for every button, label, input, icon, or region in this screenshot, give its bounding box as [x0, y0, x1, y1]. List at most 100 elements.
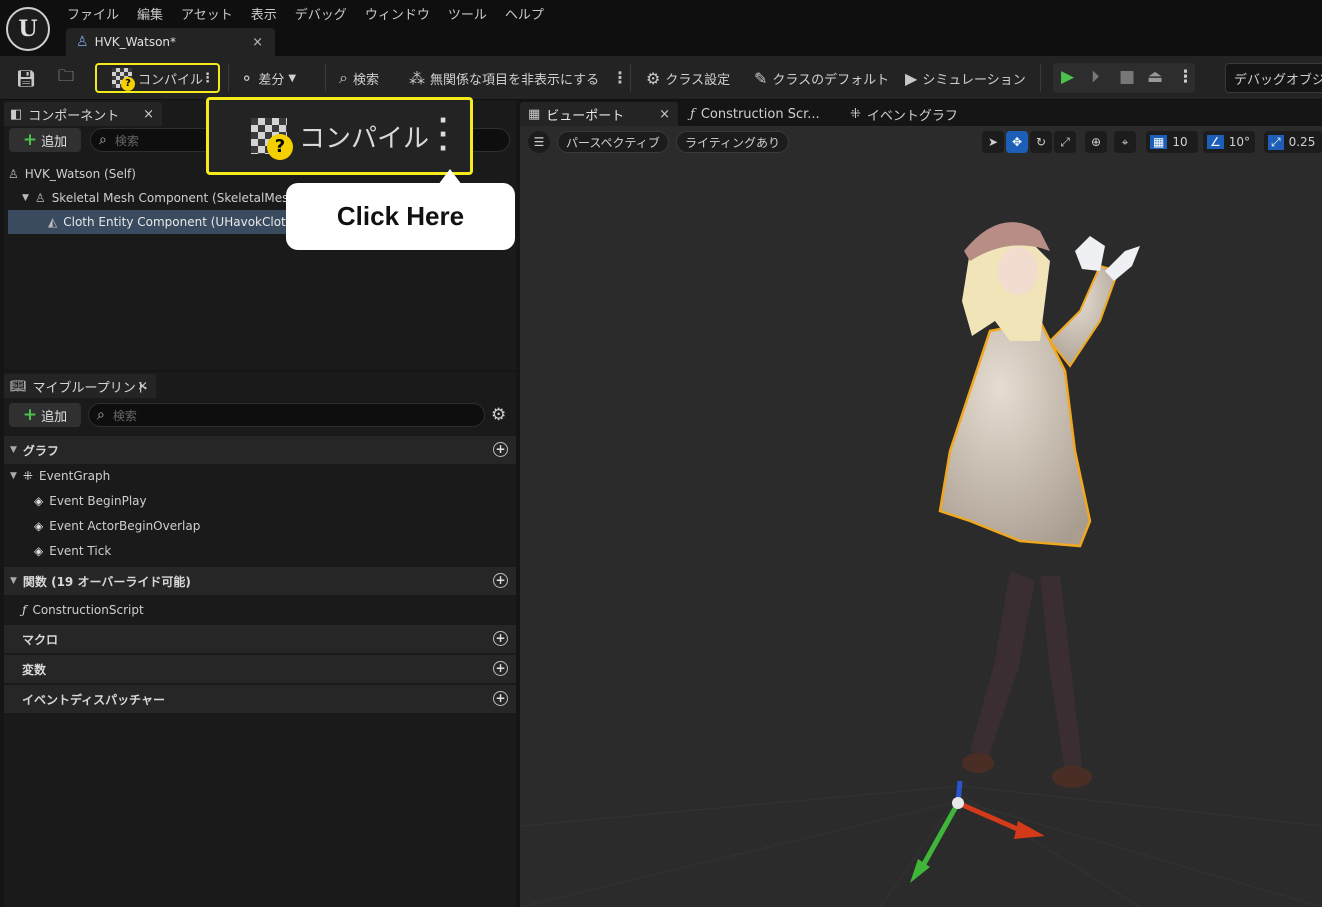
- graph-icon: ⁜: [850, 106, 861, 122]
- tab-label: イベントグラフ: [866, 108, 958, 124]
- simulation-button[interactable]: ▶ シミュレーション: [905, 64, 1026, 92]
- pencil-icon: ✎: [754, 68, 768, 88]
- function-item-label: ConstructionScript: [32, 603, 144, 617]
- category-functions[interactable]: ▼ 関数 (19 オーバーライド可能) +: [4, 567, 516, 595]
- components-tab[interactable]: ◧ コンポーネント ×: [4, 102, 162, 126]
- tab-construction-script[interactable]: ƒ Construction Scr...: [682, 102, 842, 126]
- click-here-label: Click Here: [336, 201, 465, 231]
- tab-label: Construction Scr...: [700, 106, 820, 122]
- class-settings-button[interactable]: ⚙ クラス設定: [646, 64, 730, 92]
- chevron-down-icon: ▼: [10, 445, 17, 455]
- gear-icon[interactable]: ⚙: [491, 405, 506, 425]
- diff-label: 差分: [258, 72, 285, 88]
- add-macro-icon[interactable]: +: [493, 631, 508, 646]
- menu-edit[interactable]: 編集: [128, 2, 172, 25]
- category-label: マクロ: [22, 632, 59, 647]
- more-options-icon[interactable]: ⋮: [612, 68, 628, 87]
- my-blueprint-search-input[interactable]: ⌕ 検索: [88, 403, 485, 427]
- add-variable-icon[interactable]: +: [493, 661, 508, 676]
- hide-unrelated-button[interactable]: ⁂ 無関係な項目を非表示にする: [409, 64, 599, 92]
- hide-unrelated-icon: ⁂: [409, 68, 425, 88]
- chevron-down-icon: ▼: [10, 471, 17, 481]
- event-diamond-icon: ◈: [34, 519, 44, 533]
- separator: [630, 64, 631, 92]
- save-button[interactable]: 💾︎: [16, 64, 41, 92]
- class-settings-label: クラス設定: [665, 72, 731, 88]
- event-item[interactable]: ◈ Event BeginPlay: [34, 489, 147, 513]
- find-button[interactable]: ⌕ 検索: [339, 64, 379, 92]
- components-icon: ◧: [10, 106, 23, 122]
- menu-help[interactable]: ヘルプ: [496, 2, 553, 25]
- category-event-dispatchers[interactable]: イベントディスパッチャー +: [4, 685, 516, 713]
- event-diamond-icon: ◈: [34, 544, 44, 558]
- event-item[interactable]: ◈ Event Tick: [34, 539, 111, 563]
- components-tab-label: コンポーネント: [28, 108, 120, 124]
- add-graph-icon[interactable]: +: [493, 442, 508, 457]
- person-icon: ♙: [8, 167, 19, 181]
- add-function-icon[interactable]: +: [493, 573, 508, 588]
- close-icon[interactable]: ×: [659, 107, 670, 122]
- compile-button[interactable]: ? コンパイル ⋮: [95, 63, 220, 93]
- debug-object-dropdown[interactable]: デバッグオブジェ: [1225, 63, 1322, 93]
- browse-button[interactable]: 🗀︎: [58, 64, 79, 92]
- category-label: 関数 (19 オーバーライド可能): [22, 574, 191, 589]
- viewport[interactable]: ☰ パースペクティブ ライティングあり ➤ ✥ ↻ ⤢ ⊕ ⌖ ▦ 10 ∠ 1…: [520, 126, 1322, 907]
- menu-tools[interactable]: ツール: [439, 2, 496, 25]
- compile-options-icon[interactable]: ⋮: [201, 71, 214, 86]
- event-item[interactable]: ◈ Event ActorBeginOverlap: [34, 514, 200, 538]
- separator: [228, 64, 229, 92]
- unreal-engine-logo[interactable]: U: [6, 7, 50, 51]
- skeletal-mesh-icon: ♙: [34, 191, 46, 205]
- stop-icon[interactable]: ■: [1119, 67, 1135, 87]
- function-item-construction-script[interactable]: ƒ ConstructionScript: [22, 598, 144, 622]
- menu-debug[interactable]: デバッグ: [286, 2, 356, 25]
- save-icon: 💾︎: [16, 68, 37, 88]
- category-label: グラフ: [22, 443, 59, 458]
- my-blueprint-tab[interactable]: 📖︎ マイブループリント ×: [4, 374, 156, 398]
- close-icon[interactable]: ×: [252, 35, 263, 50]
- components-search-placeholder: 検索: [114, 133, 139, 148]
- category-label: イベントディスパッチャー: [22, 692, 166, 707]
- separator: [325, 64, 326, 92]
- graph-item-label: EventGraph: [38, 469, 111, 483]
- tab-label: ビューポート: [546, 108, 625, 124]
- eject-icon[interactable]: ⏏: [1147, 67, 1163, 87]
- menu-bar: U ファイル 編集 アセット 表示 デバッグ ウィンドウ ツール ヘルプ ♙ H…: [0, 0, 1322, 56]
- document-tab-label: HVK_Watson*: [94, 35, 177, 49]
- category-graphs[interactable]: ▼ グラフ +: [4, 436, 516, 464]
- tree-item-label: Cloth Entity Component (UHavokCloth: [63, 215, 294, 229]
- play-controls: ▶ ⏵ ■ ⏏ ⋮: [1053, 63, 1195, 93]
- blueprint-icon: ♙: [76, 34, 89, 50]
- play-icon[interactable]: ▶: [1061, 67, 1074, 87]
- menu-file[interactable]: ファイル: [58, 2, 128, 25]
- tab-viewport[interactable]: ▦ ビューポート ×: [520, 102, 678, 126]
- browse-icon: 🗀︎: [58, 65, 75, 85]
- more-options-icon: · · ·: [438, 106, 448, 164]
- document-tab[interactable]: ♙ HVK_Watson* ×: [66, 28, 275, 56]
- function-icon: ƒ: [22, 603, 27, 617]
- play-options-icon[interactable]: ⋮: [1177, 67, 1194, 87]
- event-item-label: Event ActorBeginOverlap: [49, 519, 201, 533]
- chevron-down-icon: ▼: [10, 576, 17, 586]
- category-macros[interactable]: マクロ +: [4, 625, 516, 653]
- step-icon[interactable]: ⏵: [1091, 67, 1100, 87]
- search-icon: ⌕: [97, 407, 105, 423]
- add-component-button[interactable]: + 追加: [9, 128, 81, 152]
- tree-item-label: Skeletal Mesh Component (SkeletalMes: [51, 191, 289, 205]
- editor-tabs: ▦ ビューポート × ƒ Construction Scr... ⁜ イベントグ…: [520, 100, 1322, 126]
- plus-icon: +: [22, 405, 38, 425]
- close-icon[interactable]: ×: [143, 107, 154, 122]
- class-defaults-button[interactable]: ✎ クラスのデフォルト: [754, 64, 889, 92]
- close-icon[interactable]: ×: [137, 379, 148, 394]
- category-variables[interactable]: 変数 +: [4, 655, 516, 683]
- tab-event-graph[interactable]: ⁜ イベントグラフ: [842, 102, 972, 126]
- diff-button[interactable]: ⚬ 差分 ▼: [240, 64, 296, 92]
- plus-icon: +: [22, 130, 38, 150]
- menu-view[interactable]: 表示: [242, 2, 286, 25]
- separator: [1040, 64, 1041, 92]
- add-dispatcher-icon[interactable]: +: [493, 691, 508, 706]
- menu-window[interactable]: ウィンドウ: [356, 2, 439, 25]
- add-member-button[interactable]: + 追加: [9, 403, 81, 427]
- menu-asset[interactable]: アセット: [172, 2, 242, 25]
- graph-item-eventgraph[interactable]: ▼ ⁜ EventGraph: [10, 464, 110, 488]
